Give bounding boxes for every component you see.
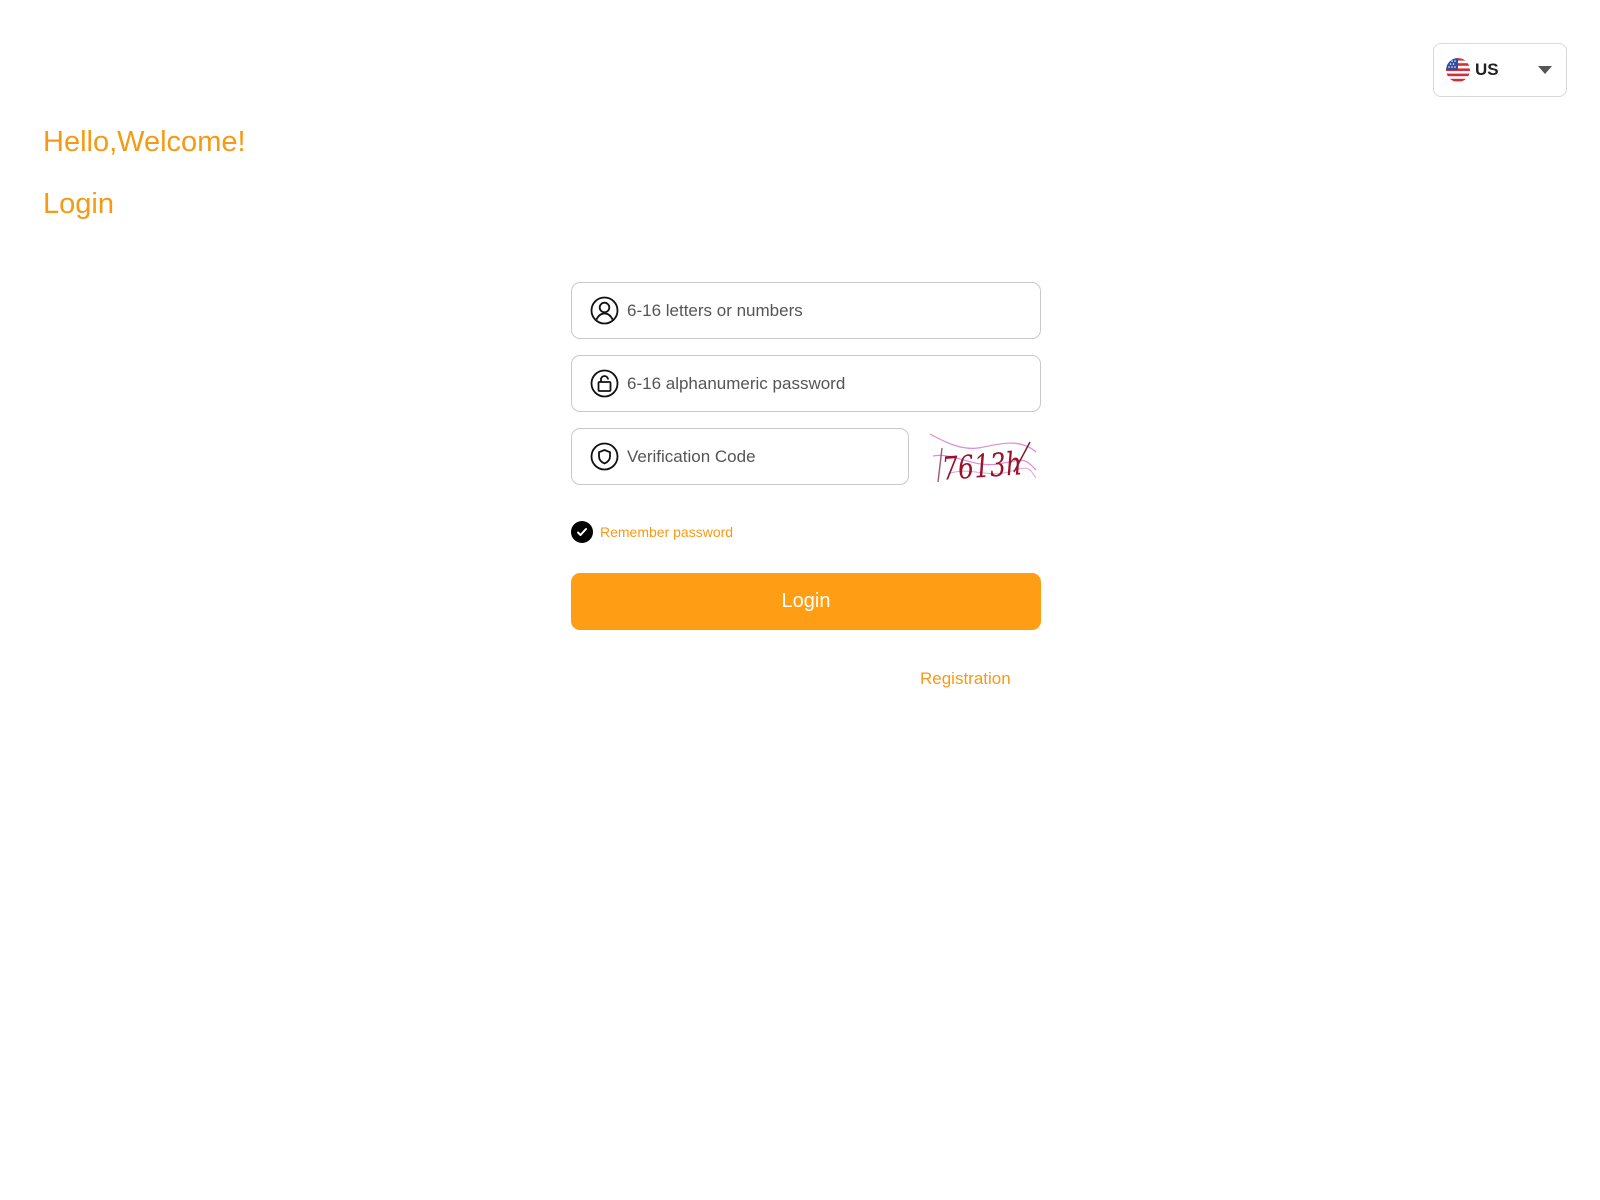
captcha-text: 7613h bbox=[941, 444, 1023, 486]
welcome-heading: Hello,Welcome! bbox=[43, 126, 246, 158]
username-input[interactable] bbox=[627, 300, 1040, 321]
user-icon bbox=[590, 296, 619, 325]
language-code: US bbox=[1475, 60, 1499, 79]
shield-icon bbox=[590, 442, 619, 471]
password-input[interactable] bbox=[627, 373, 1040, 394]
username-field[interactable] bbox=[571, 282, 1041, 339]
login-button[interactable]: Login bbox=[571, 573, 1041, 630]
chevron-down-icon bbox=[1538, 66, 1552, 74]
captcha-image[interactable]: 7613h bbox=[928, 426, 1038, 488]
remember-password-label: Remember password bbox=[600, 524, 734, 540]
us-flag-icon bbox=[1446, 58, 1470, 82]
page-title: Login bbox=[43, 188, 114, 220]
lock-icon bbox=[590, 369, 619, 398]
verification-code-input[interactable] bbox=[627, 446, 908, 467]
registration-link[interactable]: Registration bbox=[920, 669, 1011, 689]
checkmark-icon bbox=[571, 521, 593, 543]
language-selector[interactable]: US bbox=[1433, 43, 1567, 97]
password-field[interactable] bbox=[571, 355, 1041, 412]
remember-password-toggle[interactable]: Remember password bbox=[571, 521, 733, 543]
verification-code-field[interactable] bbox=[571, 428, 909, 485]
